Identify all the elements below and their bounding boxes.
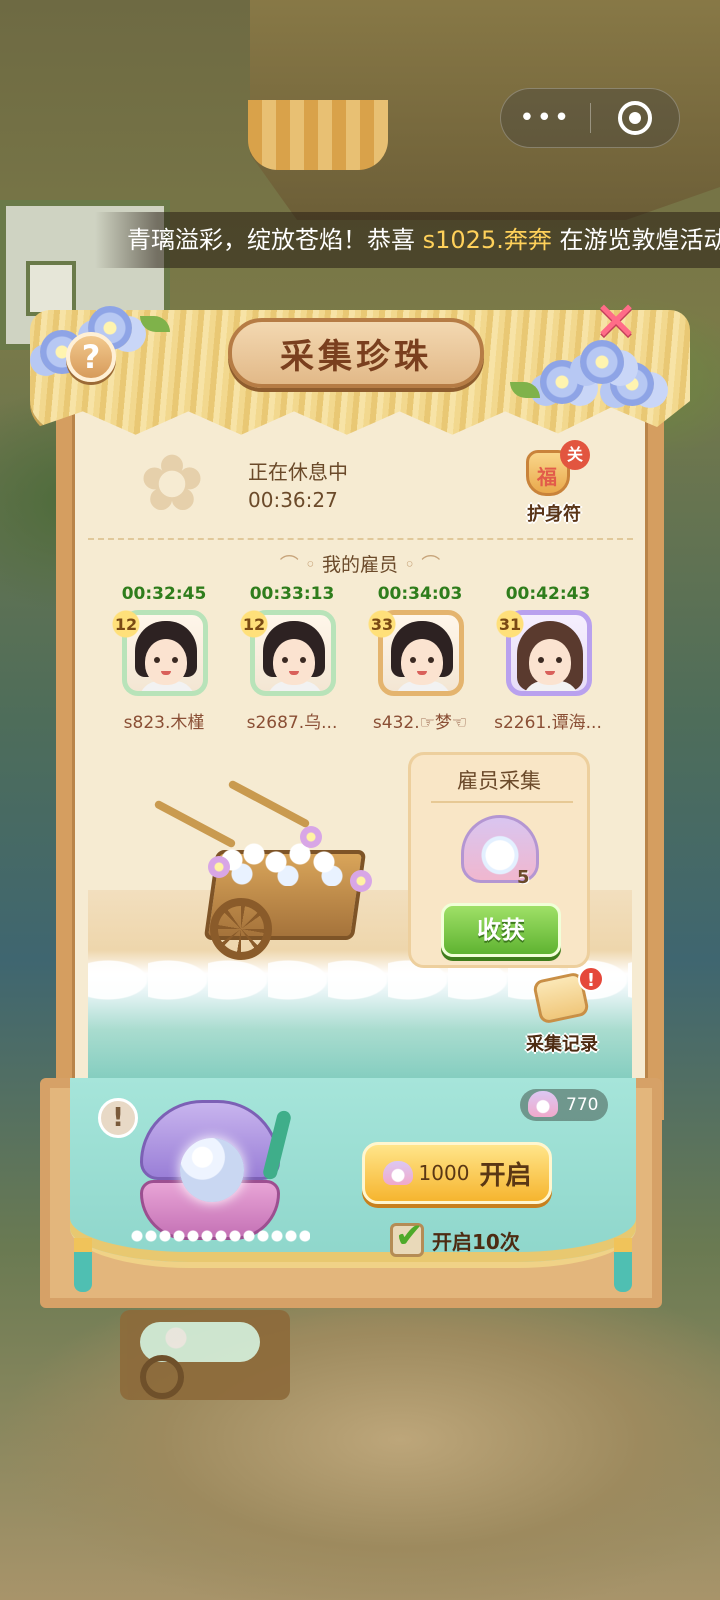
amulet-label: 护身符 [527,504,581,525]
employee-card[interactable]: 00:33:13 12 s2687.乌... [228,584,356,744]
employee-timer: 00:42:43 [505,584,591,604]
cart-flower-icon [300,826,322,848]
open-shell-button[interactable]: 1000 开启 [362,1142,552,1204]
marquee-suffix: 在游览敦煌活动 [551,226,720,254]
target-icon [617,101,652,135]
flower-decoration-icon [540,360,584,404]
records-alert-badge: ! [578,966,604,992]
marquee-prefix: 青璃溢彩，绽放苍焰！恭喜 [127,226,423,254]
avatar-face [529,639,571,685]
harvest-button[interactable]: 收获 [441,903,561,957]
background-cart [120,1310,290,1400]
records-label: 采集记录 [526,1034,598,1055]
employee-list: 00:32:45 12 s823.木槿 00:33:13 12 s2687.乌.… [100,584,620,744]
avatar-face [401,639,443,685]
employee-timer: 00:33:13 [249,584,335,604]
open-cost: 1000 [418,1161,470,1185]
background-awning [248,100,388,170]
pearl-beads [130,1228,310,1244]
marquee-player-name: s1025.奔奔 [422,226,552,254]
pearl-icon [180,1138,244,1202]
harvest-divider [431,801,573,803]
background-window [26,261,76,316]
status-timer: 00:36:27 [248,488,338,512]
open-ten-toggle[interactable]: 开启10次 [390,1216,520,1260]
employee-level-badge: 31 [491,602,526,640]
pearl-balance: 770 [520,1089,608,1121]
employee-level-badge: 33 [363,602,398,640]
background-cart-wheel [140,1355,184,1399]
tassel-right [614,1238,632,1292]
cart-flower-icon [208,856,230,878]
harvest-title: 雇员采集 [457,769,541,793]
collect-records-button[interactable]: ! 采集记录 [520,966,604,1058]
info-alert-button[interactable]: ! [98,1098,138,1138]
pearl-currency-icon [382,1161,413,1185]
pearl-cart-illustration [150,779,390,980]
pearl-balance-value: 770 [566,1095,599,1115]
employee-card[interactable]: 00:42:43 31 s2261.谭海... [484,584,612,744]
avatar-face [273,639,315,685]
employee-timer: 00:32:45 [121,584,207,604]
background-path [0,1300,720,1600]
avatar-face [145,639,187,685]
employee-card[interactable]: 00:32:45 12 s823.木槿 [100,584,228,744]
blossom-emblem-icon: ✿ [139,439,205,529]
employee-timer: 00:34:03 [377,584,463,604]
tassel-left [74,1238,92,1292]
employee-level-badge: 12 [107,602,142,640]
amulet-off-badge: 关 [560,440,590,470]
open-ten-checkbox[interactable] [390,1216,424,1257]
mini-program-capsule: ••• [500,88,680,148]
more-menu-button[interactable]: ••• [501,103,590,133]
pearl-currency-icon [528,1091,558,1117]
employee-name: s432.☞梦☜ [372,713,468,733]
status-label: 正在休息中 [248,460,348,484]
pearl-shell-illustration [120,1090,320,1260]
announcement-marquee: 青璃溢彩，绽放苍焰！恭喜 s1025.奔奔 在游览敦煌活动 [95,212,720,268]
employees-section-title: ⌒ ◦ 我的雇员 ◦ ⌒ [0,550,720,577]
help-button[interactable]: ? [66,332,116,382]
title-ornament-icon: ⌒ ◦ [279,554,322,576]
employee-harvest-card: 雇员采集 5 收获 [408,752,590,968]
employee-name: s2687.乌... [246,713,338,733]
cart-flower-icon [350,870,372,892]
employee-name: s2261.谭海... [494,713,602,733]
employee-level-badge: 12 [235,602,270,640]
employee-name: s823.木槿 [123,713,205,733]
harvest-count: 5 [517,867,530,888]
cart-wheel-icon [210,898,272,960]
cart-pearls [220,842,350,886]
title-ornament-icon: ◦ ⌒ [398,554,441,576]
employees-title-text: 我的雇员 [321,554,398,576]
open-ten-label: 开启10次 [432,1229,520,1254]
panel-title: 采集珍珠 [228,318,484,388]
close-button[interactable]: ✕ [592,295,640,349]
employee-card[interactable]: 00:34:03 33 s432.☞梦☜ [356,584,484,744]
open-label: 开启 [479,1160,532,1191]
close-mini-program-button[interactable] [591,101,680,135]
amulet-button[interactable]: 关 护身符 [520,440,590,528]
